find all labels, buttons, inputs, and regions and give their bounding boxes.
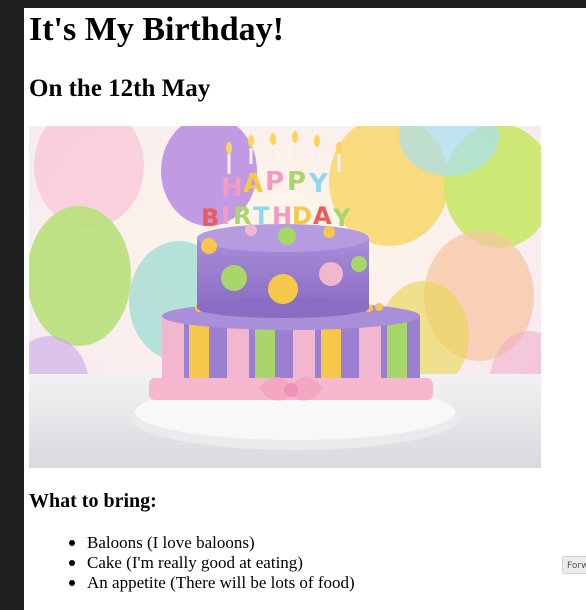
birthday-cake-image: H A P P Y B I R T H D A Y [29,126,541,468]
bullet-icon [69,540,75,546]
bullet-icon [69,560,75,566]
svg-text:R: R [233,202,251,230]
list-item: Baloons (I love baloons) [69,533,355,553]
list-item-text: Baloons (I love baloons) [87,533,255,552]
svg-text:A: A [313,202,332,230]
svg-text:H: H [272,202,292,230]
svg-text:P: P [265,167,284,197]
svg-text:H: H [221,173,243,203]
bullet-icon [69,580,75,586]
list-item-text: Cake (I'm really good at eating) [87,553,303,572]
svg-text:Y: Y [332,204,351,232]
svg-text:Y: Y [308,169,329,199]
forward-button[interactable]: Forw [562,556,586,574]
svg-text:D: D [292,202,312,230]
svg-text:P: P [287,167,306,197]
what-to-bring-heading: What to bring: [29,490,157,512]
web-page: It's My Birthday! On the 12th May H A P … [24,8,586,610]
svg-text:I: I [221,202,230,230]
page-subtitle: On the 12th May [29,75,211,102]
svg-text:T: T [253,202,270,230]
svg-text:A: A [243,169,263,199]
list-item: An appetite (There will be lots of food) [69,573,355,593]
svg-text:B: B [201,204,219,232]
bring-list: Baloons (I love baloons) Cake (I'm reall… [69,533,355,593]
list-item-text: An appetite (There will be lots of food) [87,573,355,592]
list-item: Cake (I'm really good at eating) [69,553,355,573]
page-title: It's My Birthday! [29,11,284,48]
